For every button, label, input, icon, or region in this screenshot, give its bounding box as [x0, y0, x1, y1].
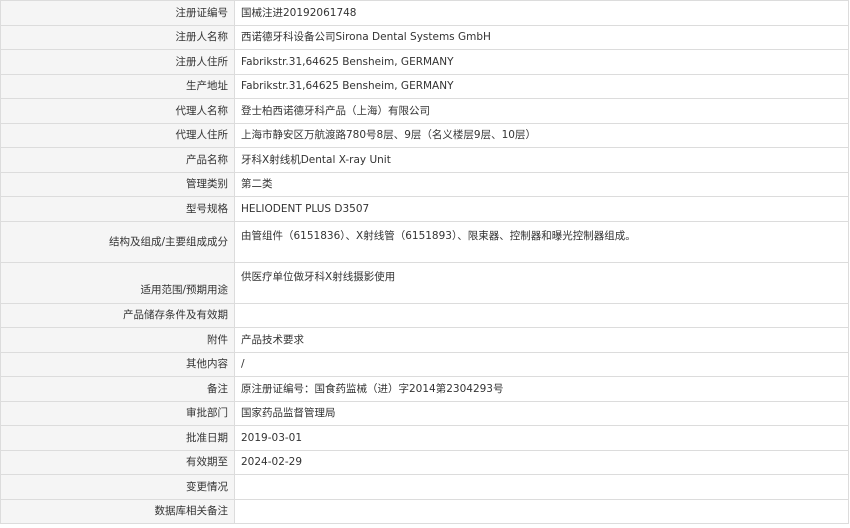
row-label: 结构及组成/主要组成成分	[0, 220, 235, 263]
row-value: Fabrikstr.31,64625 Bensheim, GERMANY	[234, 73, 849, 99]
row-value	[234, 474, 849, 500]
row-label: 注册人住所	[0, 49, 235, 75]
table-row: 注册人住所 Fabrikstr.31,64625 Bensheim, GERMA…	[0, 49, 849, 75]
table-row: 代理人住所 上海市静安区万航渡路780号8层、9层（名义楼层9层、10层）	[0, 122, 849, 148]
row-value: 国家药品监督管理局	[234, 400, 849, 426]
table-row: 适用范围/预期用途 供医疗单位做牙科X射线摄影使用	[0, 261, 849, 304]
row-value: 原注册证编号：国食药监械（进）字2014第2304293号	[234, 376, 849, 402]
table-row: 代理人名称 登士柏西诺德牙科产品（上海）有限公司	[0, 98, 849, 124]
row-value: Fabrikstr.31,64625 Bensheim, GERMANY	[234, 49, 849, 75]
row-label: 代理人名称	[0, 98, 235, 124]
row-label: 代理人住所	[0, 122, 235, 148]
row-value: HELIODENT PLUS D3507	[234, 196, 849, 222]
row-label: 有效期至	[0, 449, 235, 475]
table-row: 其他内容 /	[0, 351, 849, 377]
row-label: 其他内容	[0, 351, 235, 377]
row-label: 产品储存条件及有效期	[0, 302, 235, 328]
row-value: 由管组件（6151836）、X射线管（6151893）、限束器、控制器和曝光控制…	[234, 220, 849, 263]
row-value: /	[234, 351, 849, 377]
table-row: 结构及组成/主要组成成分 由管组件（6151836）、X射线管（6151893）…	[0, 220, 849, 263]
row-value: 第二类	[234, 171, 849, 197]
row-label: 型号规格	[0, 196, 235, 222]
table-row: 有效期至 2024-02-29	[0, 449, 849, 475]
table-row: 注册人名称 西诺德牙科设备公司Sirona Dental Systems Gmb…	[0, 24, 849, 50]
table-row: 型号规格 HELIODENT PLUS D3507	[0, 196, 849, 222]
row-label: 备注	[0, 376, 235, 402]
row-label: 注册人名称	[0, 24, 235, 50]
table-row: 审批部门 国家药品监督管理局	[0, 400, 849, 426]
row-label: 生产地址	[0, 73, 235, 99]
row-value: 牙科X射线机Dental X-ray Unit	[234, 147, 849, 173]
table-row: 产品名称 牙科X射线机Dental X-ray Unit	[0, 147, 849, 173]
row-value	[234, 498, 849, 524]
row-value: 2019-03-01	[234, 425, 849, 451]
table-row: 产品储存条件及有效期	[0, 302, 849, 328]
row-label: 批准日期	[0, 425, 235, 451]
table-row: 备注 原注册证编号：国食药监械（进）字2014第2304293号	[0, 376, 849, 402]
registration-detail-table: 注册证编号 国械注进20192061748 注册人名称 西诺德牙科设备公司Sir…	[0, 0, 849, 524]
row-value: 2024-02-29	[234, 449, 849, 475]
row-label: 变更情况	[0, 474, 235, 500]
table-row: 变更情况	[0, 474, 849, 500]
row-value: 上海市静安区万航渡路780号8层、9层（名义楼层9层、10层）	[234, 122, 849, 148]
row-value: 西诺德牙科设备公司Sirona Dental Systems GmbH	[234, 24, 849, 50]
table-row: 生产地址 Fabrikstr.31,64625 Bensheim, GERMAN…	[0, 73, 849, 99]
table-row: 管理类别 第二类	[0, 171, 849, 197]
row-label: 附件	[0, 327, 235, 353]
table-row: 注册证编号 国械注进20192061748	[0, 0, 849, 26]
table-row: 附件 产品技术要求	[0, 327, 849, 353]
row-value: 供医疗单位做牙科X射线摄影使用	[234, 261, 849, 304]
row-label: 管理类别	[0, 171, 235, 197]
table-row: 批准日期 2019-03-01	[0, 425, 849, 451]
row-label: 产品名称	[0, 147, 235, 173]
row-value: 国械注进20192061748	[234, 0, 849, 26]
row-value: 登士柏西诺德牙科产品（上海）有限公司	[234, 98, 849, 124]
table-row: 数据库相关备注	[0, 498, 849, 524]
row-label: 数据库相关备注	[0, 498, 235, 524]
row-label: 注册证编号	[0, 0, 235, 26]
row-value: 产品技术要求	[234, 327, 849, 353]
row-label: 审批部门	[0, 400, 235, 426]
row-label: 适用范围/预期用途	[0, 261, 235, 304]
row-value	[234, 302, 849, 328]
